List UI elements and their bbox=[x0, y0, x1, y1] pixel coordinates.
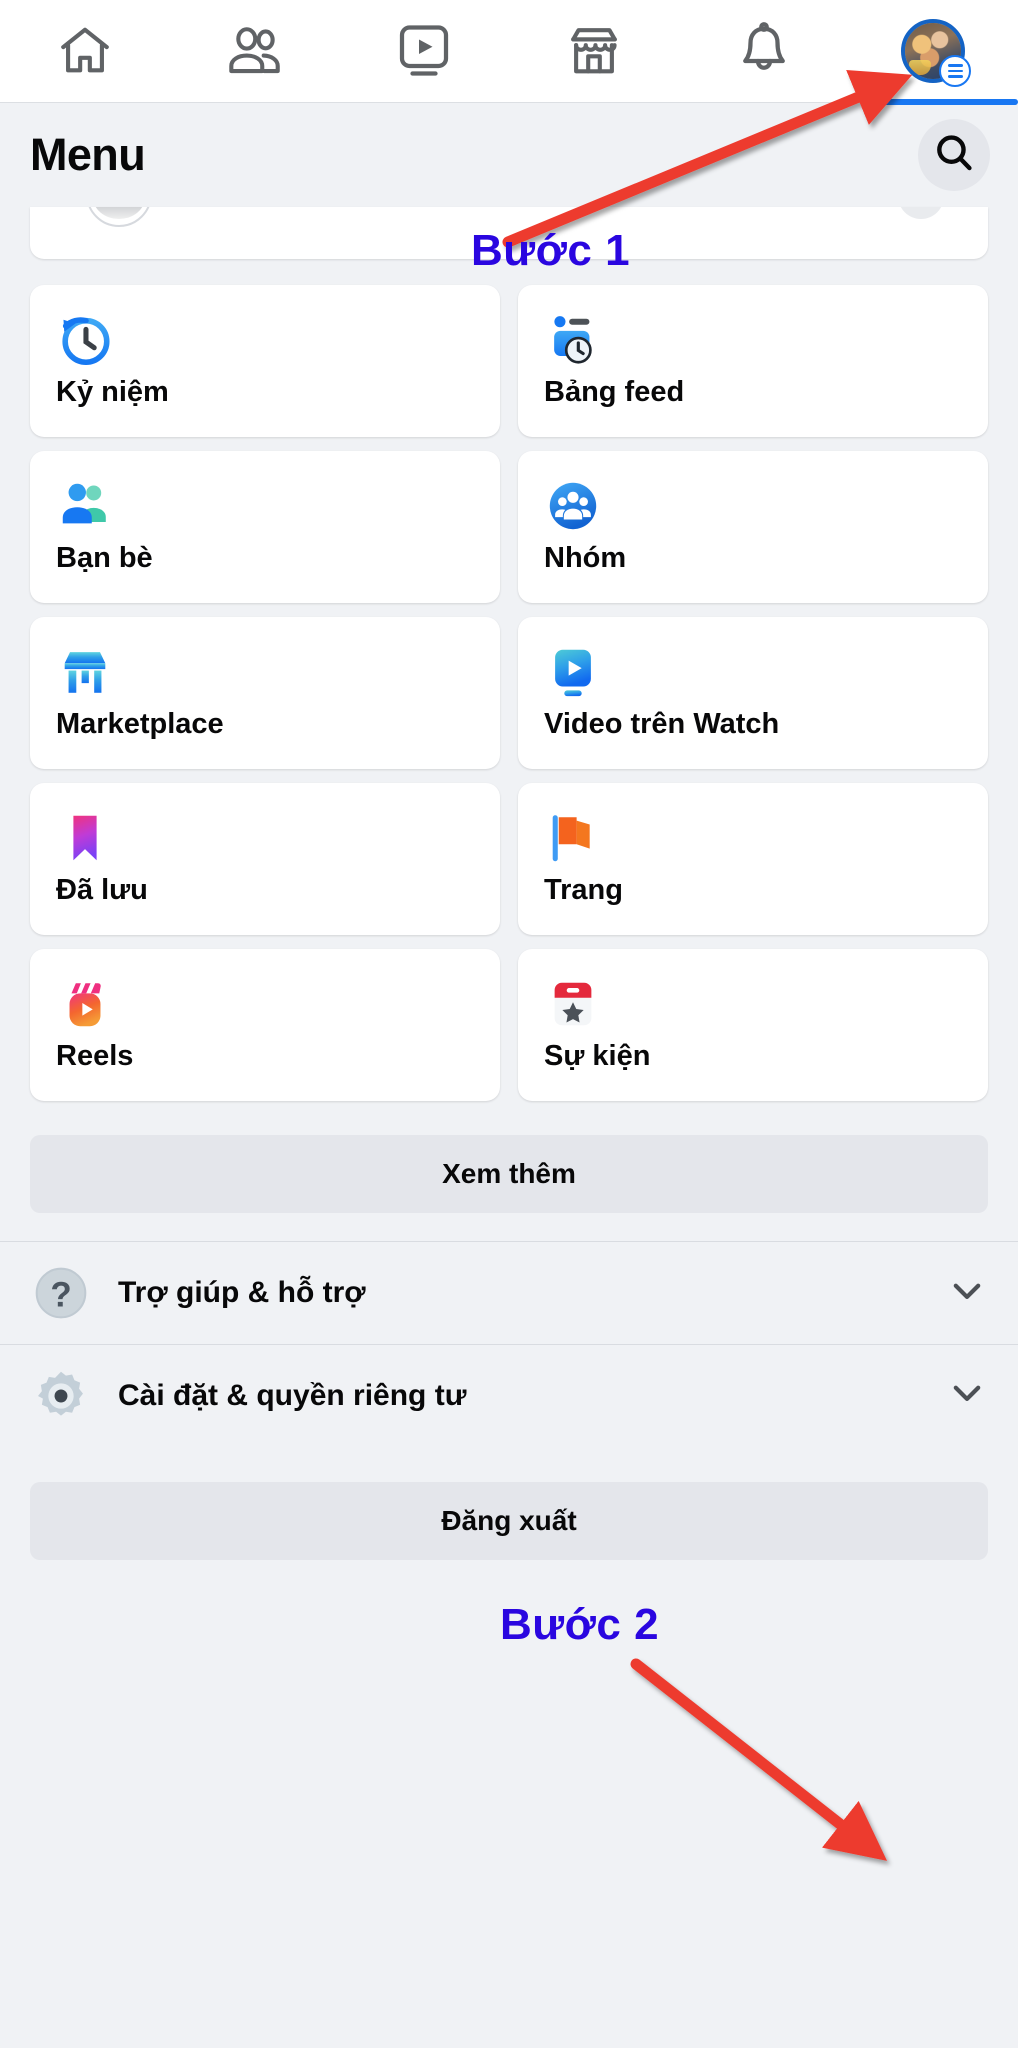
menu-tile-label: Sự kiện bbox=[544, 1040, 651, 1072]
menu-scroll-body: Kỷ niệm Bảng feed Bạn bè Nhóm Marketplac… bbox=[0, 207, 1018, 1560]
chevron-down-icon[interactable] bbox=[946, 1372, 988, 1419]
menu-tile-friends[interactable]: Bạn bè bbox=[30, 451, 500, 603]
avatar-menu-icon[interactable] bbox=[901, 19, 972, 87]
menu-tile-watch[interactable]: Video trên Watch bbox=[518, 617, 988, 769]
notifications-tab[interactable] bbox=[679, 0, 849, 103]
menu-tile-label: Marketplace bbox=[56, 708, 224, 740]
facebook-menu-screen: Menu Kỷ niệm Bảng feed Bạn bè Nhóm Marke… bbox=[0, 0, 1018, 2048]
reels-icon bbox=[56, 975, 114, 1033]
menu-tile-label: Nhóm bbox=[544, 542, 627, 574]
step2-arrow bbox=[630, 1658, 888, 1861]
see-more-button[interactable]: Xem thêm bbox=[30, 1135, 988, 1213]
list-item-help-support[interactable]: ? Trợ giúp & hỗ trợ bbox=[0, 1242, 1018, 1344]
bell-icon bbox=[736, 21, 792, 81]
menu-tile-reels[interactable]: Reels bbox=[30, 949, 500, 1101]
menu-tile-groups[interactable]: Nhóm bbox=[518, 451, 988, 603]
events-calendar-icon bbox=[544, 975, 602, 1033]
menu-tile-events[interactable]: Sự kiện bbox=[518, 949, 988, 1101]
menu-tile-label: Trang bbox=[544, 874, 623, 906]
video-play-icon bbox=[395, 21, 453, 81]
marketplace-storefront-icon bbox=[56, 643, 114, 701]
home-tab[interactable] bbox=[0, 0, 170, 103]
groups-icon bbox=[544, 477, 602, 535]
saved-bookmark-icon bbox=[56, 809, 114, 867]
page-title: Menu bbox=[30, 129, 146, 180]
menu-tile-label: Video trên Watch bbox=[544, 708, 780, 740]
menu-tab[interactable] bbox=[848, 0, 1018, 105]
menu-tile-label: Reels bbox=[56, 1040, 134, 1072]
logout-button[interactable]: Đăng xuất bbox=[30, 1482, 988, 1560]
step1-annotation: Bước 1 bbox=[471, 226, 631, 275]
friends-people-icon bbox=[56, 477, 114, 535]
search-button[interactable] bbox=[918, 119, 990, 191]
storefront-icon bbox=[564, 22, 624, 80]
menu-tile-label: Đã lưu bbox=[56, 874, 148, 906]
menu-tile-pages[interactable]: Trang bbox=[518, 783, 988, 935]
menu-tile-memories[interactable]: Kỷ niệm bbox=[30, 285, 500, 437]
search-icon bbox=[932, 131, 976, 180]
profile-card-action[interactable] bbox=[898, 207, 944, 219]
menu-tile-grid: Kỷ niệm Bảng feed Bạn bè Nhóm Marketplac… bbox=[0, 259, 1018, 1101]
memories-clock-icon bbox=[56, 311, 114, 369]
help-question-icon: ? bbox=[30, 1262, 92, 1324]
list-item-label: Trợ giúp & hỗ trợ bbox=[118, 1276, 366, 1309]
list-item-label: Cài đặt & quyền riêng tư bbox=[118, 1378, 467, 1412]
friends-icon bbox=[223, 22, 287, 80]
menu-tile-saved[interactable]: Đã lưu bbox=[30, 783, 500, 935]
step2-annotation: Bước 2 bbox=[500, 1600, 660, 1649]
menu-tile-label: Bảng feed bbox=[544, 376, 685, 408]
marketplace-tab[interactable] bbox=[509, 0, 679, 103]
watch-play-icon bbox=[544, 643, 602, 701]
feeds-icon bbox=[544, 311, 602, 369]
menu-tile-feeds[interactable]: Bảng feed bbox=[518, 285, 988, 437]
profile-avatar bbox=[86, 207, 152, 227]
menu-tile-marketplace[interactable]: Marketplace bbox=[30, 617, 500, 769]
pages-flag-icon bbox=[544, 809, 602, 867]
settings-gear-icon bbox=[30, 1365, 92, 1427]
menu-header: Menu bbox=[0, 103, 1018, 207]
menu-tile-label: Bạn bè bbox=[56, 542, 153, 574]
top-navigation-bar bbox=[0, 0, 1018, 105]
svg-text:?: ? bbox=[50, 1275, 71, 1314]
chevron-down-icon[interactable] bbox=[946, 1270, 988, 1317]
list-item-settings-privacy[interactable]: Cài đặt & quyền riêng tư bbox=[0, 1344, 1018, 1446]
hamburger-badge-icon bbox=[939, 55, 972, 87]
home-icon bbox=[54, 22, 116, 80]
menu-tile-label: Kỷ niệm bbox=[56, 376, 169, 408]
friends-tab[interactable] bbox=[170, 0, 340, 103]
watch-tab[interactable] bbox=[339, 0, 509, 103]
